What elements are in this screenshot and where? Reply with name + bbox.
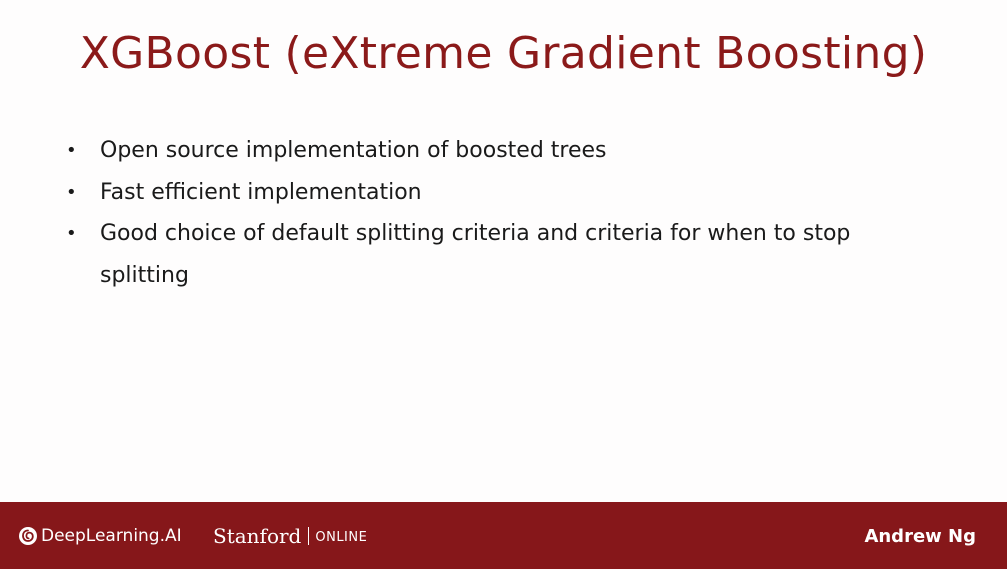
bullet-item: • Fast efficient implementation (62, 172, 862, 214)
footer-bar: DeepLearning.AI Stanford ONLINE Andrew N… (0, 502, 1007, 569)
bullet-item: • Open source implementation of boosted … (62, 130, 862, 172)
slide: XGBoost (eXtreme Gradient Boosting) • Op… (0, 0, 1007, 569)
deeplearning-logo-text: DeepLearning.AI (41, 526, 182, 546)
bullet-text: Open source implementation of boosted tr… (100, 138, 607, 163)
deeplearning-icon (19, 527, 37, 545)
bullet-text: Fast efficient implementation (100, 179, 422, 205)
stanford-online-label: ONLINE (315, 530, 368, 545)
stanford-divider (308, 527, 310, 545)
bullet-marker: • (66, 181, 77, 203)
slide-title: XGBoost (eXtreme Gradient Boosting) (79, 28, 928, 79)
bullet-marker: • (66, 140, 77, 161)
bullet-text: Good choice of default splitting criteri… (100, 221, 851, 288)
stanford-wordmark: Stanford (213, 524, 302, 548)
stanford-online-logo: Stanford ONLINE (213, 524, 367, 548)
presenter-name: Andrew Ng (864, 526, 976, 547)
bullet-item: • Good choice of default splitting crite… (62, 213, 862, 296)
bullet-list: • Open source implementation of boosted … (62, 130, 862, 296)
deeplearning-logo: DeepLearning.AI (18, 526, 182, 546)
bullet-marker: • (66, 223, 77, 244)
